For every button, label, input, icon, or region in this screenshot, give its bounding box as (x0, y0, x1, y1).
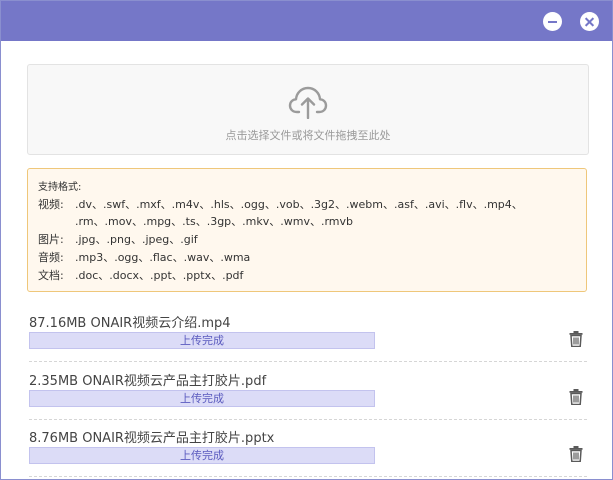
cloud-upload-icon (288, 86, 328, 119)
video-formats-cont: .rm、.mov、.mpg、.ts、.3gp、.mkv、.wmv、.rmvb (75, 215, 354, 228)
image-formats-row: 图片: .jpg、.png、.jpeg、.gif (38, 231, 198, 248)
upload-progress-bar: 上传完成 (29, 390, 375, 407)
audio-formats: .mp3、.ogg、.flac、.wav、.wma (75, 251, 251, 264)
file-item: 87.16MB ONAIR视频云介绍.mp4 上传完成 (29, 305, 587, 362)
upload-progress-bar: 上传完成 (29, 447, 375, 464)
trash-icon[interactable] (569, 331, 583, 347)
audio-label: 音频: (38, 251, 64, 264)
doc-formats: .doc、.docx、.ppt、.pptx、.pdf (75, 269, 244, 282)
video-formats-row-2: .rm、.mov、.mpg、.ts、.3gp、.mkv、.wmv、.rmvb (75, 213, 353, 230)
upload-progress-bar: 上传完成 (29, 332, 375, 349)
file-name: 87.16MB ONAIR视频云介绍.mp4 (29, 316, 231, 331)
title-bar (1, 1, 612, 41)
video-formats-row: 视频: .dv、.swf、.mxf、.m4v、.hls、.ogg、.vob、.3g… (38, 196, 523, 213)
dropzone-hint: 点击选择文件或将文件拖拽至此处 (225, 129, 391, 142)
video-formats: .dv、.swf、.mxf、.m4v、.hls、.ogg、.vob、.3g2、.… (75, 198, 523, 211)
audio-formats-row: 音频: .mp3、.ogg、.flac、.wav、.wma (38, 249, 250, 266)
minimize-icon[interactable] (543, 12, 562, 31)
close-icon[interactable] (580, 12, 599, 31)
doc-label: 文档: (38, 269, 64, 282)
trash-icon[interactable] (569, 446, 583, 462)
video-label: 视频: (38, 198, 64, 211)
upload-dropzone[interactable]: 点击选择文件或将文件拖拽至此处 (27, 64, 589, 155)
file-item: 8.76MB ONAIR视频云产品主打胶片.pptx 上传完成 (29, 420, 587, 477)
upload-dialog: 点击选择文件或将文件拖拽至此处 支持格式: 视频: .dv、.swf、.mxf、.… (0, 0, 613, 480)
doc-formats-row: 文档: .doc、.docx、.ppt、.pptx、.pdf (38, 267, 243, 284)
image-label: 图片: (38, 233, 64, 246)
file-item: 2.35MB ONAIR视频云产品主打胶片.pdf 上传完成 (29, 363, 587, 420)
trash-icon[interactable] (569, 389, 583, 405)
file-name: 8.76MB ONAIR视频云产品主打胶片.pptx (29, 431, 275, 446)
file-name: 2.35MB ONAIR视频云产品主打胶片.pdf (29, 374, 267, 389)
image-formats: .jpg、.png、.jpeg、.gif (75, 233, 198, 246)
supported-formats-panel: 支持格式: 视频: .dv、.swf、.mxf、.m4v、.hls、.ogg、.v… (27, 168, 587, 292)
formats-title: 支持格式: (38, 182, 82, 193)
